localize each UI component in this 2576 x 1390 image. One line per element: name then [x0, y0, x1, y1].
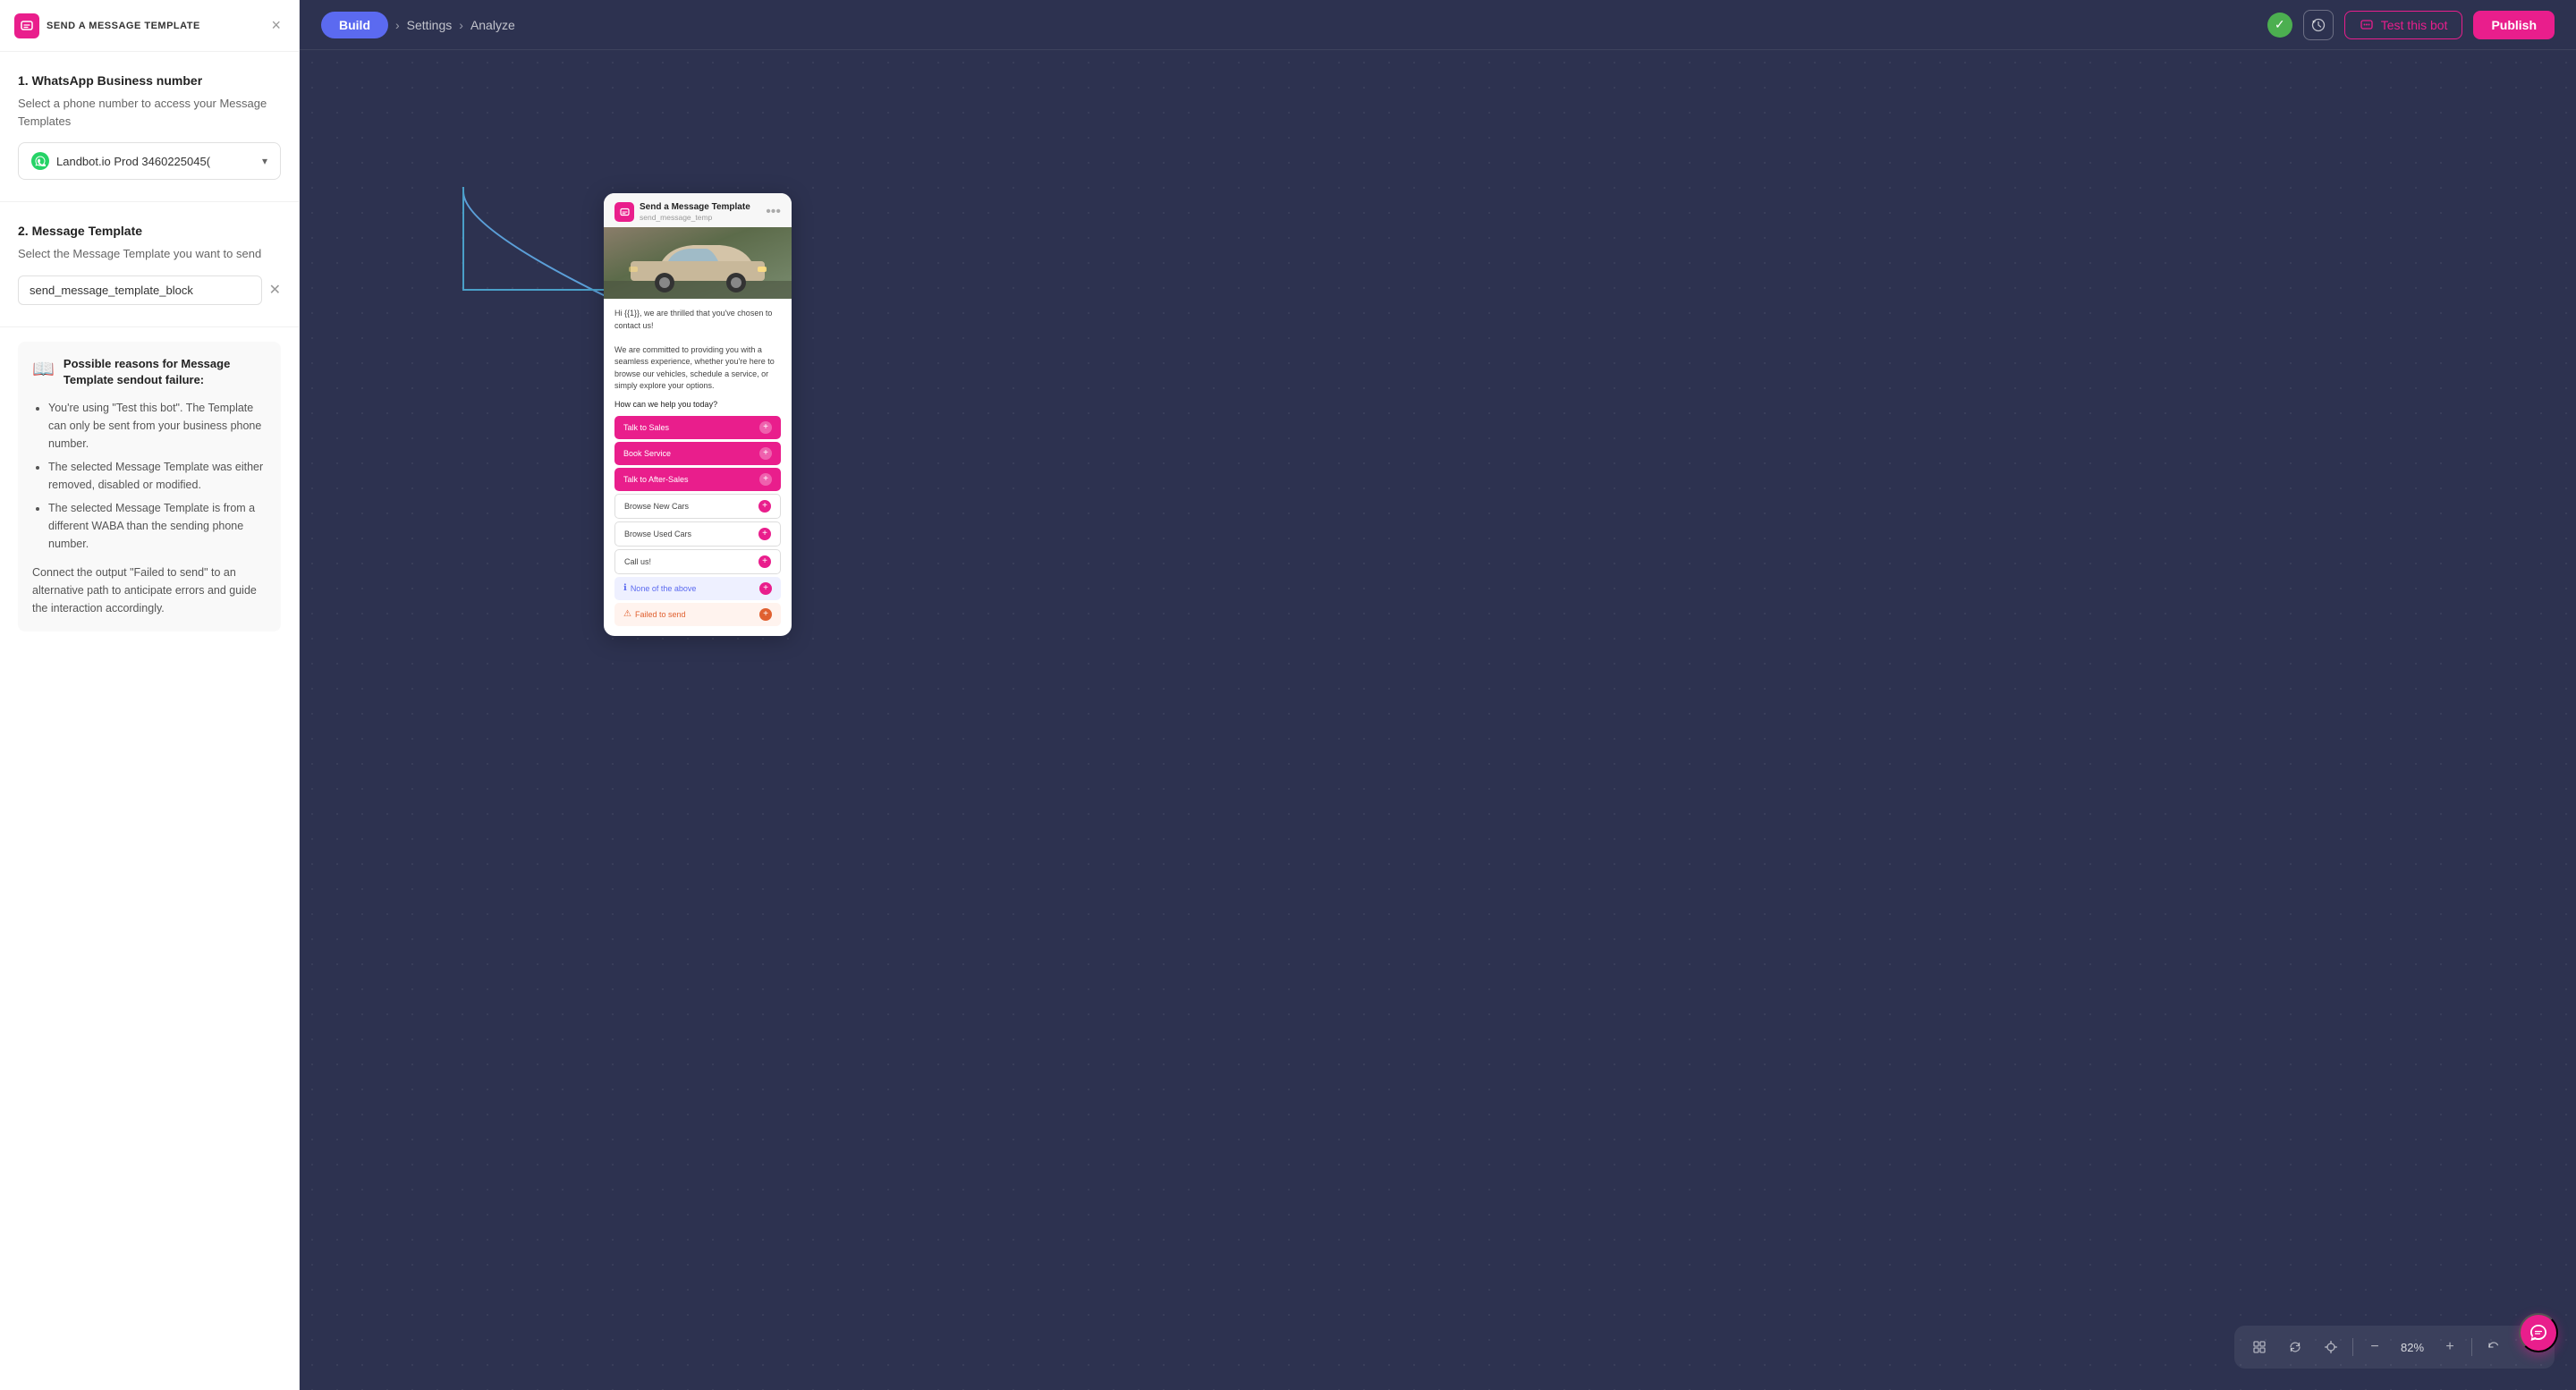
fit-screen-button[interactable] [2245, 1333, 2274, 1361]
bottom-toolbar: − 82% + [2234, 1326, 2555, 1369]
whatsapp-section: 1. WhatsApp Business number Select a pho… [0, 52, 299, 202]
nav-step-settings[interactable]: Settings [407, 18, 453, 32]
test-bot-label: Test this bot [2381, 18, 2448, 32]
section1-desc: Select a phone number to access your Mes… [18, 95, 281, 130]
phone-selector-dropdown[interactable]: Landbot.io Prod 3460225045( ▾ [18, 142, 281, 180]
info-icon: ℹ [623, 583, 627, 593]
canvas: Send a Message Template send_message_tem… [300, 50, 2576, 1390]
toolbar-divider-1 [2352, 1338, 2353, 1356]
card-header: Send a Message Template send_message_tem… [604, 193, 792, 227]
card-button-book-service[interactable]: Book Service + [614, 442, 781, 465]
card-button-talk-aftersales[interactable]: Talk to After-Sales + [614, 468, 781, 491]
plus-icon-1: + [759, 447, 772, 460]
status-check-icon: ✓ [2267, 13, 2292, 38]
card-image [604, 227, 792, 299]
warning-item-2: The selected Message Template was either… [48, 458, 267, 494]
panel-title: SEND A MESSAGE TEMPLATE [47, 21, 200, 31]
card-subtitle: send_message_temp [640, 213, 750, 222]
card-button-call-us[interactable]: Call us! + [614, 549, 781, 574]
card-title: Send a Message Template [640, 202, 750, 213]
refresh-button[interactable] [2281, 1333, 2309, 1361]
plus-icon-4: + [758, 528, 771, 540]
test-bot-button[interactable]: Test this bot [2344, 11, 2463, 39]
card-button-talk-sales[interactable]: Talk to Sales + [614, 416, 781, 439]
warning-list: You're using "Test this bot". The Templa… [32, 399, 267, 553]
close-panel-button[interactable]: × [267, 13, 284, 38]
card-menu-icon[interactable]: ••• [766, 204, 781, 220]
clear-template-button[interactable]: ✕ [269, 281, 281, 299]
template-input-row: ✕ [18, 275, 281, 305]
plus-icon-none: + [759, 582, 772, 595]
card-header-left: Send a Message Template send_message_tem… [614, 202, 750, 222]
nav-right: ✓ Test this bot Publish [2267, 10, 2555, 40]
plus-icon-3: + [758, 500, 771, 513]
warning-footer: Connect the output "Failed to send" to a… [32, 564, 267, 617]
card-question: How can we help you today? [614, 400, 781, 409]
nav-step-analyze[interactable]: Analyze [470, 18, 515, 32]
zoom-in-button[interactable]: + [2436, 1333, 2464, 1361]
nav-arrow-1: › [395, 18, 400, 32]
card-none-of-above[interactable]: ℹ None of the above + [614, 577, 781, 600]
chevron-down-icon: ▾ [262, 155, 267, 167]
card-message-text: Hi {{1}}, we are thrilled that you've ch… [614, 308, 781, 393]
card-icon [614, 202, 634, 222]
warning-title: Possible reasons for Message Template se… [64, 356, 267, 388]
plus-icon-5: + [758, 555, 771, 568]
zoom-out-button[interactable]: − [2360, 1333, 2389, 1361]
panel-header: SEND A MESSAGE TEMPLATE × [0, 0, 299, 52]
panel-icon [14, 13, 39, 38]
template-input[interactable] [18, 275, 262, 305]
card-button-browse-new[interactable]: Browse New Cars + [614, 494, 781, 519]
nav-arrow-2: › [459, 18, 463, 32]
warning-item-1: You're using "Test this bot". The Templa… [48, 399, 267, 453]
warning-icon: ⚠ [623, 609, 631, 619]
plus-icon-2: + [759, 473, 772, 486]
zoom-level: 82% [2396, 1341, 2428, 1354]
section2-desc: Select the Message Template you want to … [18, 245, 281, 263]
undo-button[interactable] [2479, 1333, 2508, 1361]
panel-header-left: SEND A MESSAGE TEMPLATE [14, 13, 200, 38]
warning-header: 📖 Possible reasons for Message Template … [32, 356, 267, 388]
toolbar-divider-2 [2471, 1338, 2472, 1356]
crosshair-button[interactable] [2317, 1333, 2345, 1361]
section2-title: 2. Message Template [18, 224, 281, 238]
publish-button[interactable]: Publish [2473, 11, 2555, 39]
whatsapp-icon [31, 152, 49, 170]
warning-item-3: The selected Message Template is from a … [48, 499, 267, 553]
card-failed-to-send[interactable]: ⚠ Failed to send + [614, 603, 781, 626]
book-icon: 📖 [32, 358, 55, 380]
top-nav: Build › Settings › Analyze ✓ Test this b… [300, 0, 2576, 50]
history-button[interactable] [2303, 10, 2334, 40]
chat-fab-button[interactable] [2519, 1313, 2558, 1352]
warning-box: 📖 Possible reasons for Message Template … [18, 342, 281, 631]
phone-value: Landbot.io Prod 3460225045( [56, 155, 255, 168]
plus-icon-failed: + [759, 608, 772, 621]
plus-icon-0: + [759, 421, 772, 434]
left-panel: SEND A MESSAGE TEMPLATE × 1. WhatsApp Bu… [0, 0, 300, 1390]
card-button-browse-used[interactable]: Browse Used Cars + [614, 521, 781, 547]
section1-title: 1. WhatsApp Business number [18, 73, 281, 88]
template-section: 2. Message Template Select the Message T… [0, 202, 299, 327]
card-body: Hi {{1}}, we are thrilled that you've ch… [604, 299, 792, 636]
bot-card: Send a Message Template send_message_tem… [604, 193, 792, 636]
nav-step-build[interactable]: Build [321, 12, 388, 38]
nav-steps: Build › Settings › Analyze [321, 12, 515, 38]
